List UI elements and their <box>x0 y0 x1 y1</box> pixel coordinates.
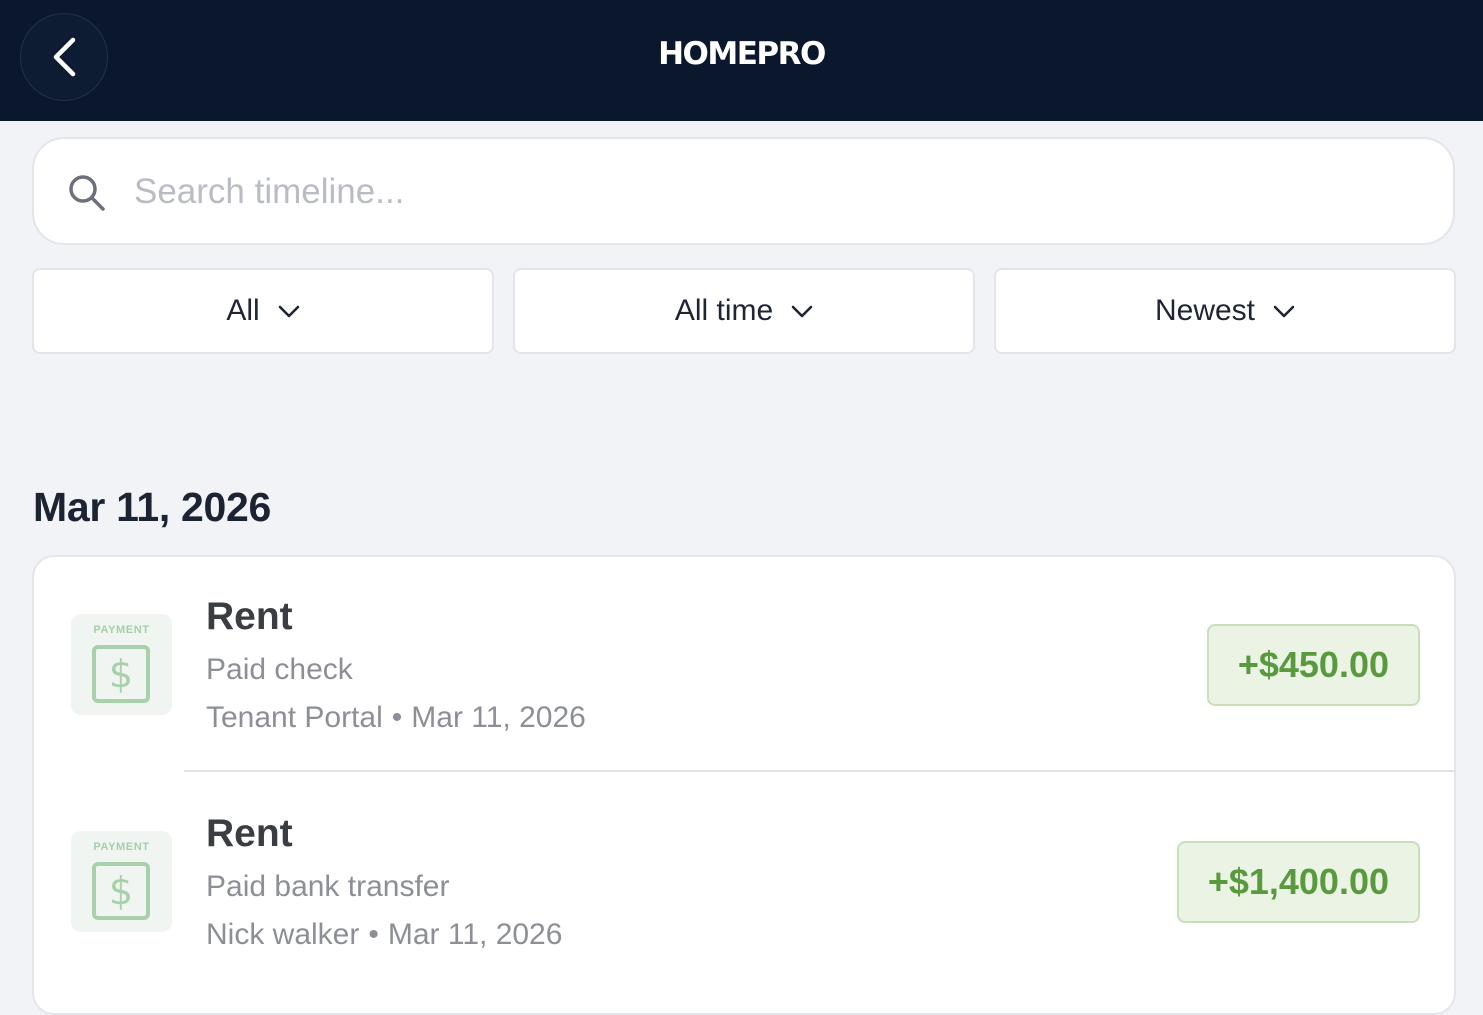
timeline-entry[interactable]: PAYMENT $ Rent Paid bank transfer Nick w… <box>34 774 1454 989</box>
time-filter-label: All time <box>674 294 774 327</box>
payment-badge-label: PAYMENT <box>93 624 150 636</box>
search-bar[interactable] <box>32 137 1455 245</box>
search-input[interactable] <box>132 163 1422 221</box>
type-filter-label: All <box>226 294 260 327</box>
chevron-down-icon <box>791 305 813 319</box>
app-title: HOMEPRO <box>658 36 826 72</box>
dollar-icon: $ <box>92 645 150 703</box>
entry-title: Rent <box>206 812 293 855</box>
entry-source: Tenant Portal <box>206 701 383 734</box>
amount-badge: +$450.00 <box>1206 624 1420 706</box>
meta-separator: • <box>368 918 379 951</box>
payment-icon: PAYMENT $ <box>71 831 172 932</box>
amount-badge: +$1,400.00 <box>1176 841 1420 923</box>
payment-icon: PAYMENT $ <box>71 614 172 715</box>
payment-badge-label: PAYMENT <box>93 841 150 853</box>
app-header: HOMEPRO <box>0 0 1483 121</box>
timeline-card: PAYMENT $ Rent Paid check Tenant Portal •… <box>32 555 1456 1015</box>
sort-label: Newest <box>1154 294 1256 327</box>
entry-meta: Tenant Portal • Mar 11, 2026 <box>206 701 586 735</box>
chevron-down-icon <box>278 305 300 319</box>
search-icon <box>69 175 105 211</box>
entry-divider <box>184 770 1454 772</box>
entry-source: Nick walker <box>206 918 360 951</box>
sort-dropdown[interactable]: Newest <box>994 268 1456 354</box>
meta-separator: • <box>391 701 403 734</box>
date-section-heading: Mar 11, 2026 <box>33 484 272 530</box>
time-filter-dropdown[interactable]: All time <box>513 268 975 354</box>
timeline-entry[interactable]: PAYMENT $ Rent Paid check Tenant Portal •… <box>34 557 1454 772</box>
entry-subtitle: Paid bank transfer <box>206 870 450 903</box>
entry-title: Rent <box>206 595 293 638</box>
chevron-down-icon <box>1273 305 1295 319</box>
dollar-icon: $ <box>92 862 150 920</box>
type-filter-dropdown[interactable]: All <box>32 268 494 354</box>
entry-date: Mar 11, 2026 <box>411 701 586 734</box>
entry-subtitle: Paid check <box>206 653 353 686</box>
entry-meta: Nick walker • Mar 11, 2026 <box>206 918 562 952</box>
entry-date: Mar 11, 2026 <box>387 918 563 951</box>
